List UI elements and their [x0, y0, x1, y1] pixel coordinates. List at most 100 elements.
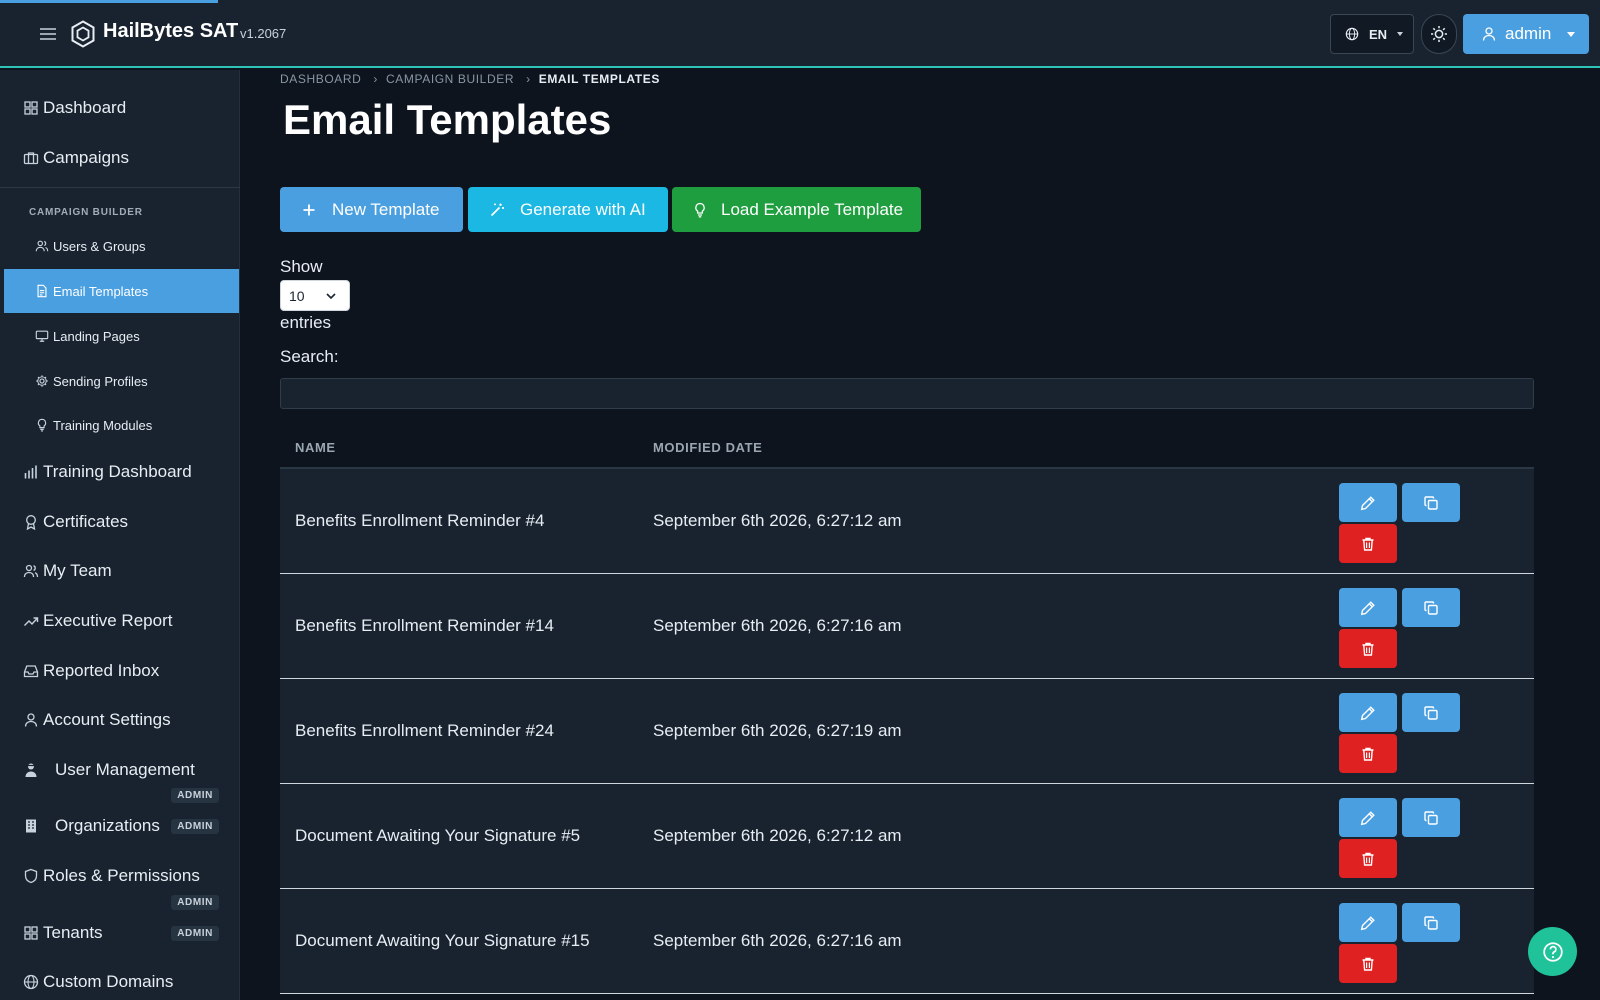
edit-button[interactable]: [1339, 798, 1397, 837]
load-example-template-button[interactable]: Load Example Template: [672, 187, 921, 232]
sidebar-item-user-management[interactable]: User Management: [0, 750, 240, 790]
duplicate-button[interactable]: [1402, 588, 1460, 627]
sidebar-item-roles-permissions[interactable]: Roles & Permissions: [0, 856, 240, 896]
table-row: Document Awaiting Your Signature #15 Sep…: [280, 889, 1534, 994]
pencil-icon: [1360, 810, 1376, 826]
admin-badge: ADMIN: [171, 788, 219, 803]
show-entries-label: Show: [280, 257, 323, 276]
trash-icon: [1360, 746, 1376, 762]
inbox-icon: [23, 663, 39, 679]
theme-toggle-button[interactable]: [1421, 14, 1457, 54]
pencil-icon: [1360, 705, 1376, 721]
delete-button[interactable]: [1339, 734, 1397, 773]
delete-button[interactable]: [1339, 524, 1397, 563]
user-menu-button[interactable]: admin: [1463, 14, 1589, 54]
language-selector[interactable]: EN: [1330, 14, 1414, 54]
sidebar-item-label: Custom Domains: [43, 972, 174, 991]
page-title: Email Templates: [283, 96, 612, 143]
users-icon: [35, 239, 49, 253]
trash-icon: [1360, 536, 1376, 552]
table-row: Benefits Enrollment Reminder #4 Septembe…: [280, 469, 1534, 574]
table-row: Benefits Enrollment Reminder #14 Septemb…: [280, 574, 1534, 679]
sidebar-item-training-dashboard[interactable]: Training Dashboard: [0, 452, 240, 492]
copy-icon: [1423, 810, 1439, 826]
entries-per-page-select[interactable]: 10: [280, 280, 350, 311]
modified-date: September 6th 2026, 6:27:12 am: [653, 511, 902, 530]
hamburger-menu-icon[interactable]: [36, 22, 60, 46]
sun-icon: [1430, 25, 1448, 43]
generate-with-ai-label: Generate with AI: [520, 199, 646, 219]
search-input[interactable]: [280, 378, 1534, 409]
sidebar-item-dashboard[interactable]: Dashboard: [0, 88, 240, 128]
new-template-label: New Template: [332, 199, 440, 219]
delete-button[interactable]: [1339, 839, 1397, 878]
sidebar-item-custom-domains[interactable]: Custom Domains: [0, 962, 240, 1000]
sidebar-item-training-modules[interactable]: Training Modules: [0, 403, 240, 447]
breadcrumb-link-campaign-builder[interactable]: CAMPAIGN BUILDER: [386, 72, 514, 86]
sidebar-item-label: Landing Pages: [53, 328, 140, 344]
sidebar-item-reported-inbox[interactable]: Reported Inbox: [0, 651, 240, 691]
breadcrumb: DASHBOARD › CAMPAIGN BUILDER › EMAIL TEM…: [280, 72, 660, 86]
column-header-modified-date[interactable]: MODIFIED DATE: [653, 440, 762, 455]
sidebar-section-label: CAMPAIGN BUILDER: [29, 207, 143, 218]
sidebar-item-email-templates[interactable]: Email Templates: [4, 269, 239, 313]
sidebar: Dashboard Campaigns CAMPAIGN BUILDER Use…: [0, 70, 240, 1000]
language-label: EN: [1369, 26, 1388, 42]
document-icon: [35, 284, 49, 298]
sidebar-item-label: Certificates: [43, 512, 129, 531]
sidebar-item-landing-pages[interactable]: Landing Pages: [0, 314, 240, 358]
duplicate-button[interactable]: [1402, 693, 1460, 732]
hailbytes-logo-icon: [70, 20, 96, 48]
column-header-name[interactable]: NAME: [295, 440, 336, 455]
sidebar-item-executive-report[interactable]: Executive Report: [0, 601, 240, 641]
sidebar-item-label: Executive Report: [43, 611, 173, 630]
award-icon: [23, 514, 39, 530]
building-icon: [23, 818, 39, 834]
breadcrumb-separator-icon: ›: [526, 72, 531, 86]
help-icon: [1542, 941, 1564, 963]
load-example-template-label: Load Example Template: [721, 199, 904, 219]
duplicate-button[interactable]: [1402, 903, 1460, 942]
monitor-icon: [35, 329, 49, 343]
copy-icon: [1423, 495, 1439, 511]
sidebar-item-users-groups[interactable]: Users & Groups: [0, 224, 240, 268]
team-icon: [23, 563, 39, 579]
sidebar-item-campaigns[interactable]: Campaigns: [0, 138, 240, 178]
sidebar-item-sending-profiles[interactable]: Sending Profiles: [0, 359, 240, 403]
sidebar-item-my-team[interactable]: My Team: [0, 551, 240, 591]
pencil-icon: [1360, 495, 1376, 511]
edit-button[interactable]: [1339, 693, 1397, 732]
version-label: v1.2067: [240, 26, 287, 41]
sidebar-item-certificates[interactable]: Certificates: [0, 502, 240, 542]
template-name: Benefits Enrollment Reminder #24: [295, 721, 554, 740]
trending-up-icon: [23, 613, 39, 629]
brand-name: HailBytes SAT: [103, 20, 239, 42]
trash-icon: [1360, 956, 1376, 972]
sidebar-item-label: User Management: [55, 760, 195, 779]
breadcrumb-link-dashboard[interactable]: DASHBOARD: [280, 72, 361, 86]
sidebar-item-account-settings[interactable]: Account Settings: [0, 700, 240, 740]
magic-wand-icon: [489, 202, 505, 218]
sidebar-item-label: Roles & Permissions: [43, 866, 200, 885]
template-name: Document Awaiting Your Signature #5: [295, 826, 581, 845]
delete-button[interactable]: [1339, 629, 1397, 668]
page-load-progress: [0, 0, 218, 3]
edit-button[interactable]: [1339, 588, 1397, 627]
generate-with-ai-button[interactable]: Generate with AI: [468, 187, 668, 232]
duplicate-button[interactable]: [1402, 483, 1460, 522]
template-name: Benefits Enrollment Reminder #14: [295, 616, 554, 635]
admin-badge: ADMIN: [171, 819, 219, 834]
new-template-button[interactable]: New Template: [280, 187, 463, 232]
sidebar-item-label: Training Dashboard: [43, 462, 192, 481]
edit-button[interactable]: [1339, 483, 1397, 522]
modified-date: September 6th 2026, 6:27:19 am: [653, 721, 902, 740]
admin-badge: ADMIN: [171, 895, 219, 910]
edit-button[interactable]: [1339, 903, 1397, 942]
pencil-icon: [1360, 915, 1376, 931]
chevron-down-icon: [325, 290, 337, 302]
duplicate-button[interactable]: [1402, 798, 1460, 837]
help-button[interactable]: [1528, 927, 1577, 976]
grid-icon: [23, 925, 39, 941]
delete-button[interactable]: [1339, 944, 1397, 983]
sidebar-item-label: Tenants: [43, 923, 103, 942]
